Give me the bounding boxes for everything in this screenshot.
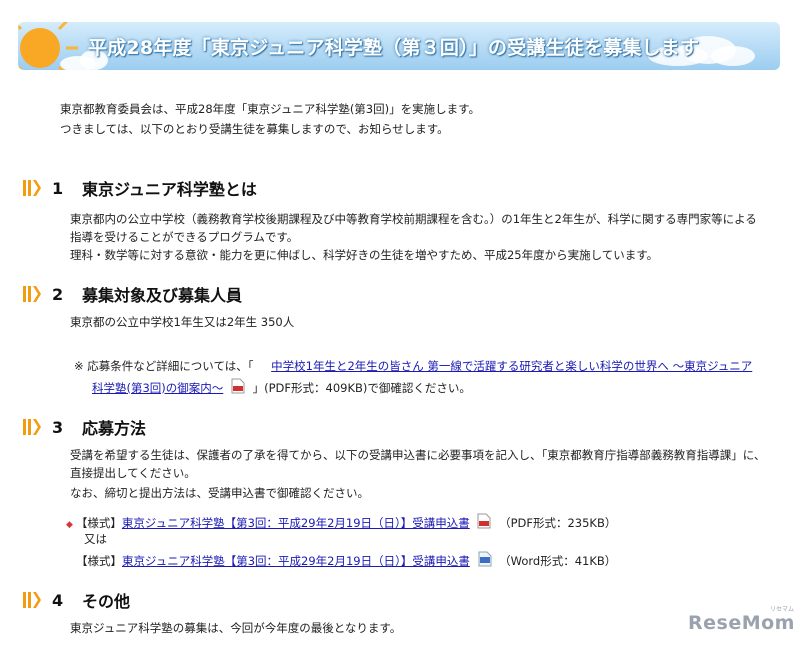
form-size: （PDF形式：235KB） [499,516,617,530]
section-number: 2 [52,284,64,304]
section-title: 募集対象及び募集人員 [82,286,243,305]
chevron-mark-icon [23,180,41,196]
note-prefix: ※ 応募条件など詳細については、「 [74,359,254,373]
chevron-mark-icon [23,419,41,435]
form-item-pdf: ◆ 【様式】東京ジュニア科学塾【第3回：平成29年2月19日（日）】受講申込書 （… [66,513,616,534]
bullet-icon: ◆ [66,520,73,530]
section-text: 指導を受けることができるプログラムです。 [70,230,299,244]
section-text: 東京都内の公立中学校（義務教育学校後期課程及び中等教育学校前期課程を含む。）の1… [70,212,757,226]
section-text: 理科・数学等に対する意欲・能力を更に伸ばし、科学好きの生徒を増やすため、平成25… [70,248,659,262]
section-title: 応募方法 [82,419,147,438]
form-pdf-link[interactable]: 東京ジュニア科学塾【第3回：平成29年2月19日（日）】受講申込書 [122,516,470,530]
note-suffix: 」(PDF形式：409KB)で御確認ください。 [252,381,471,395]
word-document-icon [478,551,491,567]
section-title: その他 [82,592,131,611]
page-title: 平成28年度「東京ジュニア科学塾（第３回）」の受講生徒を募集します [88,37,700,59]
pdf-icon [231,378,245,394]
section-heading-1: 1 東京ジュニア科学塾とは [22,176,257,200]
section-number: 4 [52,590,64,610]
guide-pdf-link-cont[interactable]: 科学塾(第3回)の御案内～ [92,381,223,395]
note-line: 科学塾(第3回)の御案内～ 」(PDF形式：409KB)で御確認ください。 [92,378,471,397]
intro-line: つきましては、以下のとおり受講生徒を募集しますので、お知らせします。 [60,122,449,136]
chevron-mark-icon [23,592,41,608]
guide-pdf-link[interactable]: 中学校1年生と2年生の皆さん 第一線で活躍する研究者と楽しい科学の世界へ ～東京… [271,359,752,373]
section-text: 直接提出してください。 [70,466,196,480]
section-text: 受講を希望する生徒は、保護者の了承を得てから、以下の受講申込書に必要事項を記入し… [70,448,766,462]
section-number: 1 [52,178,64,198]
form-prefix: 【様式】 [76,554,122,568]
form-word-link[interactable]: 東京ジュニア科学塾【第3回：平成29年2月19日（日）】受講申込書 [122,554,470,568]
note-line: ※ 応募条件など詳細については、「 中学校1年生と2年生の皆さん 第一線で活躍す… [74,358,752,375]
watermark-logo: ReseMom [688,612,795,634]
title-banner: 平成28年度「東京ジュニア科学塾（第３回）」の受講生徒を募集します [18,22,780,70]
pdf-icon [477,513,491,529]
chevron-mark-icon [23,286,41,302]
form-prefix: 【様式】 [75,516,122,530]
or-text: 又は [84,532,107,546]
form-size: （Word形式：41KB） [499,554,617,568]
intro-line: 東京都教育委員会は、平成28年度「東京ジュニア科学塾(第3回)」を実施します。 [60,102,480,116]
section-text: 東京ジュニア科学塾の募集は、今回が今年度の最後となります。 [70,621,402,635]
section-heading-2: 2 募集対象及び募集人員 [22,282,242,306]
section-heading-3: 3 応募方法 [22,415,146,439]
section-text: なお、締切と提出方法は、受講申込書で御確認ください。 [70,486,369,500]
section-heading-4: 4 その他 [22,588,130,612]
form-item-word: 【様式】東京ジュニア科学塾【第3回：平成29年2月19日（日）】受講申込書 （W… [76,551,616,570]
section-text: 東京都の公立中学校1年生又は2年生 350人 [70,315,295,329]
section-title: 東京ジュニア科学塾とは [82,180,257,199]
section-number: 3 [52,417,64,437]
